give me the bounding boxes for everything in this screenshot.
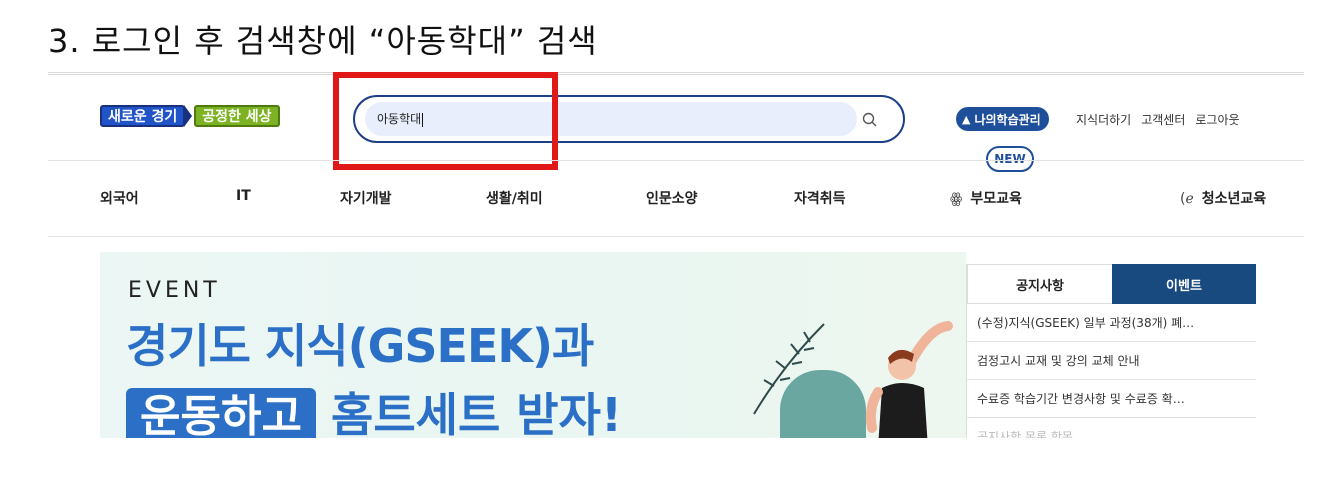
link-knowledge-plus[interactable]: 지식더하기 [1076, 111, 1131, 128]
site-logo[interactable]: 새로운 경기 공정한 세상 [100, 104, 280, 128]
list-item[interactable]: 공지사항 목록 항목 [967, 418, 1256, 438]
notice-title: 수료증 학습기간 변경사항 및 수료증 확… [977, 392, 1185, 406]
exercising-person-illustration [865, 321, 953, 438]
link-logout[interactable]: 로그아웃 [1195, 111, 1239, 128]
list-item[interactable]: 검정고시 교재 및 강의 교체 안내 [967, 342, 1256, 380]
nav-divider [48, 236, 1304, 237]
nav-item-certificate[interactable]: 자격취득 [794, 188, 846, 208]
nav-item-youth-edu[interactable]: (ℯ 청소년교육 [1180, 188, 1266, 208]
panel-tabs: 공지사항 이벤트 [967, 264, 1256, 304]
notice-panel: 공지사항 이벤트 (수정)지식(GSEEK) 일부 과정(38개) 폐… 검정고… [966, 264, 1256, 438]
top-divider [48, 72, 1304, 75]
new-badge: NEW [986, 146, 1034, 172]
notice-title: (수정)지식(GSEEK) 일부 과정(38개) 폐… [977, 316, 1195, 330]
nav-item-parent-edu[interactable]: ꙮ 부모교육 [950, 188, 1022, 208]
list-item[interactable]: 수료증 학습기간 변경사항 및 수료증 확… [967, 380, 1256, 418]
search-highlight-box [333, 72, 558, 170]
header-divider [48, 160, 1304, 161]
link-customer-center[interactable]: 고객센터 [1141, 111, 1185, 128]
notice-title: 검정고시 교재 및 강의 교체 안내 [977, 354, 1140, 368]
my-learning-label: 나의학습관리 [974, 112, 1041, 127]
list-item[interactable]: (수정)지식(GSEEK) 일부 과정(38개) 폐… [967, 304, 1256, 342]
youth-icon: (ℯ [1180, 191, 1194, 207]
banner-subline-rest: 홈트세트 받자! [331, 388, 622, 438]
banner-highlight: 운동하고 [126, 388, 316, 438]
logo-part2: 공정한 세상 [194, 105, 280, 127]
logo-arrow [184, 105, 193, 127]
search-icon[interactable] [861, 111, 879, 129]
nav-label-youth-edu: 청소년교육 [1201, 191, 1267, 207]
nav-label-parent-edu: 부모교육 [970, 191, 1022, 207]
family-icon: ꙮ [950, 191, 963, 207]
nav-item-hobby[interactable]: 생활/취미 [486, 188, 543, 208]
nav-item-humanities[interactable]: 인문소양 [646, 188, 698, 208]
graduation-cap-icon: ▲ [962, 112, 971, 126]
banner-subline: 운동하고 홈트세트 받자! [126, 386, 622, 438]
banner-tag: EVENT [128, 278, 221, 303]
category-nav: 외국어 IT 자기개발 생활/취미 인문소양 자격취득 ꙮ 부모교육 (ℯ 청소년교… [0, 188, 1337, 208]
instruction-title: 3. 로그인 후 검색창에 “아동학대” 검색 [48, 22, 598, 60]
banner-headline: 경기도 지식(GSEEK)과 [126, 319, 594, 373]
tab-notices[interactable]: 공지사항 [967, 264, 1112, 304]
notice-title: 공지사항 목록 항목 [977, 430, 1073, 438]
header-links: 지식더하기 고객센터 로그아웃 [1076, 111, 1240, 128]
event-banner[interactable]: EVENT 경기도 지식(GSEEK)과 운동하고 홈트세트 받자! [100, 252, 966, 438]
tab-events[interactable]: 이벤트 [1112, 264, 1256, 304]
nav-item-language[interactable]: 외국어 [100, 188, 139, 208]
nav-item-self-dev[interactable]: 자기개발 [340, 188, 392, 208]
logo-part1: 새로운 경기 [100, 105, 186, 127]
nav-item-it[interactable]: IT [236, 188, 251, 204]
my-learning-button[interactable]: ▲ 나의학습관리 [956, 107, 1049, 131]
